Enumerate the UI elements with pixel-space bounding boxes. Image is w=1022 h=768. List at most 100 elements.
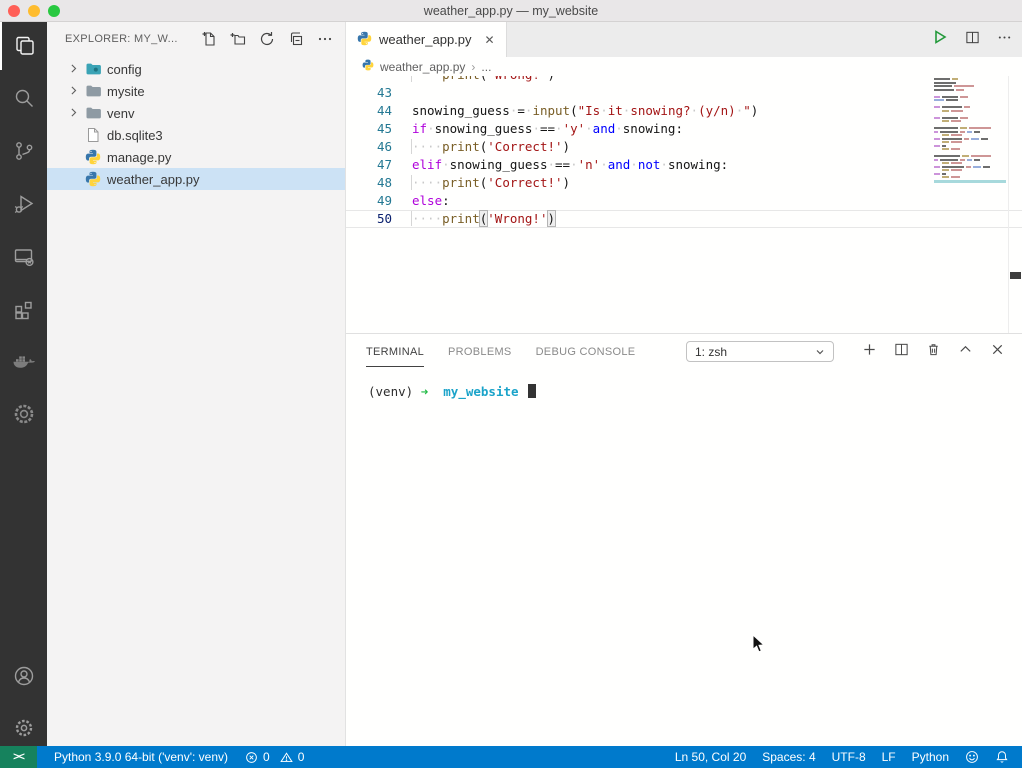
minimap-row bbox=[934, 138, 1006, 140]
refresh-icon[interactable] bbox=[259, 31, 275, 47]
settings-gear-icon[interactable] bbox=[0, 704, 47, 752]
line-content: snowing_guess·=·input("Is·it·snowing?·(y… bbox=[412, 102, 758, 120]
code-line-50[interactable]: 50····print('Wrong!') bbox=[346, 210, 1022, 228]
panel-header: TERMINAL PROBLEMS DEBUG CONSOLE 1: zsh bbox=[346, 334, 1022, 368]
feedback-smiley-icon[interactable] bbox=[965, 750, 979, 764]
titlebar[interactable]: weather_app.py — my_website bbox=[0, 0, 1022, 22]
tab-label: weather_app.py bbox=[379, 32, 472, 47]
minimap-row bbox=[934, 106, 1006, 108]
code-line-47[interactable]: 47elif·snowing_guess·==·'n'·and·not·snow… bbox=[346, 156, 1022, 174]
remote-explorer-icon[interactable] bbox=[0, 233, 47, 281]
line-content: else: bbox=[412, 192, 450, 210]
accounts-icon[interactable] bbox=[0, 652, 47, 700]
tree-item-label: manage.py bbox=[107, 150, 171, 165]
code-line-46[interactable]: 46····print('Correct!') bbox=[346, 138, 1022, 156]
tree-item-weather-app-py[interactable]: weather_app.py bbox=[47, 168, 345, 190]
run-button[interactable] bbox=[932, 29, 948, 50]
minimap-row bbox=[934, 131, 1006, 133]
indentation-status[interactable]: Spaces: 4 bbox=[762, 750, 815, 764]
terminal-output[interactable]: (venv) ➜ my_website bbox=[346, 368, 1022, 399]
minimap-row bbox=[934, 162, 1006, 164]
code-line-43[interactable]: 43 bbox=[346, 84, 1022, 102]
line-number: 44 bbox=[346, 102, 392, 120]
extensions-icon[interactable] bbox=[0, 285, 47, 333]
tree-item-mysite[interactable]: mysite bbox=[47, 80, 345, 102]
split-terminal-icon[interactable] bbox=[894, 342, 909, 362]
new-file-icon[interactable] bbox=[201, 31, 217, 47]
status-bar: >< Python 3.9.0 64-bit ('venv': venv) 0 … bbox=[0, 746, 1022, 768]
chevron-down-icon bbox=[815, 347, 825, 357]
gear-wheel-icon[interactable] bbox=[0, 390, 47, 438]
breadcrumb-file[interactable]: weather_app.py bbox=[380, 60, 465, 74]
eol-status[interactable]: LF bbox=[882, 750, 896, 764]
language-mode-status[interactable]: Python bbox=[912, 750, 949, 764]
close-panel-icon[interactable] bbox=[990, 342, 1005, 362]
code-line-48[interactable]: 48····print('Correct!') bbox=[346, 174, 1022, 192]
more-actions-icon[interactable] bbox=[317, 31, 333, 47]
line-content: if·snowing_guess·==·'y'·and·snowing: bbox=[412, 120, 683, 138]
problems-status[interactable]: 0 0 bbox=[245, 750, 304, 764]
overview-cursor-marker bbox=[1010, 272, 1021, 279]
panel-tab-problems[interactable]: PROBLEMS bbox=[448, 336, 512, 366]
new-terminal-icon[interactable] bbox=[862, 342, 877, 362]
encoding-status[interactable]: UTF-8 bbox=[832, 750, 866, 764]
notifications-bell-icon[interactable] bbox=[995, 750, 1009, 764]
breadcrumb-symbol[interactable]: ... bbox=[481, 60, 491, 74]
terminal-select-value: 1: zsh bbox=[695, 345, 727, 359]
terminal-select[interactable]: 1: zsh bbox=[686, 341, 834, 362]
tree-item-venv[interactable]: venv bbox=[47, 102, 345, 124]
minimap-current-line bbox=[934, 180, 1006, 183]
docker-icon[interactable] bbox=[0, 338, 47, 386]
minimap-row bbox=[934, 92, 1006, 94]
python-file-icon bbox=[85, 149, 101, 165]
explorer-icon[interactable] bbox=[0, 22, 47, 70]
tab-close-icon[interactable]: ✕ bbox=[485, 33, 495, 47]
explorer-header: EXPLORER: MY_W... bbox=[47, 22, 345, 56]
terminal-venv: (venv) bbox=[368, 384, 413, 399]
line-content: ····print('Correct!') bbox=[412, 174, 570, 192]
code-line-49[interactable]: 49 else: bbox=[346, 192, 1022, 210]
line-number: 49 bbox=[346, 192, 392, 210]
new-folder-icon[interactable] bbox=[230, 31, 246, 47]
breadcrumb-separator: › bbox=[471, 60, 475, 74]
cursor-position-status[interactable]: Ln 50, Col 20 bbox=[675, 750, 746, 764]
tree-item-config[interactable]: config bbox=[47, 58, 345, 80]
tree-item-label: config bbox=[107, 62, 142, 77]
python-interpreter-status[interactable]: Python 3.9.0 64-bit ('venv': venv) bbox=[54, 750, 228, 764]
collapse-folders-icon[interactable] bbox=[288, 31, 304, 47]
remote-indicator[interactable]: >< bbox=[0, 746, 37, 768]
python-file-icon bbox=[362, 59, 374, 74]
maximize-panel-icon[interactable] bbox=[958, 342, 973, 362]
code-editor[interactable]: ····print('Wrong!') 4344snowing_guess·=·… bbox=[346, 76, 1022, 333]
panel-tab-debug-console[interactable]: DEBUG CONSOLE bbox=[536, 336, 636, 366]
errors-icon bbox=[245, 751, 258, 764]
breadcrumb[interactable]: weather_app.py › ... bbox=[346, 57, 1022, 76]
search-icon[interactable] bbox=[0, 74, 47, 122]
chevron-right-icon[interactable] bbox=[67, 106, 80, 122]
source-control-icon[interactable] bbox=[0, 127, 47, 175]
kill-terminal-icon[interactable] bbox=[926, 342, 941, 362]
minimap-row bbox=[934, 169, 1006, 171]
split-editor-icon[interactable] bbox=[965, 30, 980, 50]
explorer-sidebar: EXPLORER: MY_W... config mysite venv db.sql… bbox=[47, 22, 346, 746]
tree-item-manage-py[interactable]: manage.py bbox=[47, 146, 345, 168]
folder-icon bbox=[85, 83, 101, 99]
python-file-icon bbox=[357, 31, 372, 49]
tree-item-db-sqlite3[interactable]: db.sqlite3 bbox=[47, 124, 345, 146]
run-debug-icon[interactable] bbox=[0, 180, 47, 228]
code-line-45[interactable]: 45if·snowing_guess·==·'y'·and·snowing: bbox=[346, 120, 1022, 138]
editor-more-actions-icon[interactable] bbox=[997, 30, 1012, 50]
window-title: weather_app.py — my_website bbox=[0, 0, 1022, 22]
tab-weather-app[interactable]: weather_app.py ✕ bbox=[346, 22, 507, 57]
minimap-row bbox=[934, 155, 1006, 157]
code-line-44[interactable]: 44 snowing_guess·=·input("Is·it·snowing?·… bbox=[346, 102, 1022, 120]
panel-tab-terminal[interactable]: TERMINAL bbox=[366, 336, 424, 367]
chevron-right-icon[interactable] bbox=[67, 62, 80, 78]
warnings-count: 0 bbox=[298, 750, 305, 764]
overview-ruler[interactable] bbox=[1008, 76, 1022, 333]
minimap-row bbox=[934, 113, 1006, 115]
chevron-right-icon[interactable] bbox=[67, 84, 80, 100]
line-number: 43 bbox=[346, 84, 392, 102]
tree-item-label: venv bbox=[107, 106, 134, 121]
minimap[interactable] bbox=[934, 78, 1006, 180]
